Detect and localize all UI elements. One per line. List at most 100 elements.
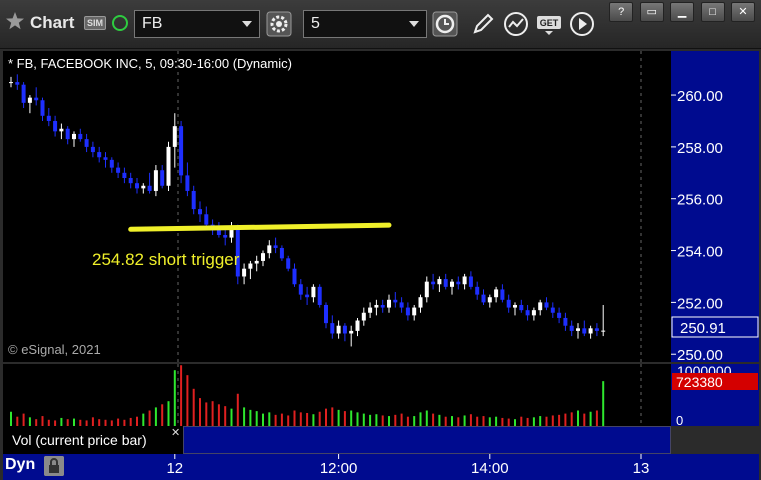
candle-body bbox=[380, 304, 385, 308]
volume-bar bbox=[413, 416, 416, 426]
lock-icon[interactable] bbox=[44, 456, 64, 476]
candle-body bbox=[198, 209, 202, 215]
price-tick-label: 258.00 bbox=[677, 140, 723, 157]
price-chart[interactable]: * FB, FACEBOOK INC, 5, 09:30-16:00 (Dyna… bbox=[3, 51, 671, 362]
volume-bar bbox=[514, 419, 516, 426]
annotation-label: 254.82 short trigger bbox=[92, 250, 240, 269]
volume-bar bbox=[28, 417, 31, 426]
time-tick-label: 13 bbox=[633, 460, 650, 477]
price-tick-label: 256.00 bbox=[677, 192, 723, 209]
volume-bar bbox=[482, 416, 485, 426]
time-axis[interactable]: 12 12:00 14:00 13 bbox=[3, 454, 759, 480]
candle-body bbox=[141, 185, 146, 189]
volume-bar bbox=[66, 419, 69, 426]
price-pane[interactable]: * FB, FACEBOOK INC, 5, 09:30-16:00 (Dyna… bbox=[3, 51, 671, 362]
candle-body bbox=[569, 325, 574, 331]
study-bar bbox=[183, 426, 671, 454]
gear-icon[interactable] bbox=[266, 11, 292, 37]
candle-body bbox=[588, 328, 593, 334]
clock-icon[interactable] bbox=[432, 11, 458, 37]
volume-bar bbox=[318, 411, 321, 426]
window-controls: ? ▭ ▁ □ ✕ bbox=[607, 2, 755, 22]
volume-pane[interactable] bbox=[3, 364, 671, 426]
candle-body bbox=[487, 297, 492, 303]
candle-body bbox=[601, 330, 606, 332]
volume-bar bbox=[192, 388, 195, 426]
candle-body bbox=[204, 214, 209, 225]
candle-body bbox=[9, 82, 13, 84]
candle-body bbox=[538, 302, 543, 311]
chevron-down-icon[interactable] bbox=[409, 21, 419, 27]
volume-bar bbox=[400, 413, 403, 426]
restore-icon[interactable]: ▭ bbox=[639, 2, 664, 22]
volume-bar bbox=[425, 410, 428, 426]
price-axis[interactable]: 260.00 258.00 256.00 254.00 252.00 250.00 250… bbox=[671, 51, 759, 364]
candle-body bbox=[78, 133, 83, 140]
candle-body bbox=[311, 286, 316, 298]
volume-bar bbox=[255, 411, 258, 426]
connection-status-icon bbox=[112, 15, 128, 31]
volume-bar bbox=[230, 408, 233, 426]
get-icon[interactable]: GET bbox=[536, 11, 562, 37]
chevron-down-icon[interactable] bbox=[242, 21, 252, 27]
volume-axis[interactable]: 1000000 723380 0 bbox=[671, 363, 759, 428]
minimize-icon[interactable]: ? bbox=[609, 2, 634, 22]
sim-badge[interactable]: SIM bbox=[84, 16, 107, 30]
volume-bar bbox=[602, 381, 605, 426]
candle-body bbox=[166, 146, 171, 186]
dynamic-mode-label[interactable]: Dyn bbox=[5, 456, 35, 474]
symbol-input[interactable]: FB bbox=[134, 10, 260, 38]
volume-bar bbox=[299, 412, 302, 426]
volume-bar bbox=[60, 417, 63, 426]
close-icon[interactable]: ✕ bbox=[171, 426, 180, 439]
volume-bar bbox=[91, 417, 94, 426]
candle-body bbox=[273, 245, 278, 248]
watermark: © eSignal, 2021 bbox=[8, 342, 101, 357]
candle-body bbox=[519, 304, 524, 311]
candle-body bbox=[223, 235, 228, 238]
volume-bar bbox=[224, 406, 227, 426]
candle-body bbox=[336, 325, 341, 334]
price-tick-label: 252.00 bbox=[677, 295, 723, 312]
volume-bar bbox=[369, 414, 372, 426]
candle-body bbox=[500, 289, 505, 300]
volume-bar bbox=[280, 413, 283, 426]
candle-body bbox=[475, 286, 480, 295]
volume-bar bbox=[142, 413, 145, 426]
maximize-icon[interactable]: □ bbox=[700, 2, 725, 22]
candle-body bbox=[437, 279, 442, 285]
pencil-icon[interactable] bbox=[470, 11, 496, 37]
candle-body bbox=[456, 281, 461, 285]
volume-bar bbox=[331, 407, 334, 426]
volume-bar bbox=[180, 365, 183, 426]
candle-body bbox=[216, 229, 221, 236]
candle-body bbox=[494, 289, 499, 298]
candle-body bbox=[160, 170, 165, 186]
candle-body bbox=[109, 159, 114, 168]
volume-bar bbox=[545, 416, 548, 426]
volume-bar bbox=[583, 413, 586, 426]
volume-bar bbox=[167, 401, 170, 426]
minimize-window-icon[interactable]: ▁ bbox=[670, 2, 695, 22]
volume-bar bbox=[495, 416, 498, 426]
volume-bar bbox=[476, 416, 479, 426]
price-tick-label: 254.00 bbox=[677, 244, 723, 261]
interval-input[interactable]: 5 bbox=[303, 10, 427, 38]
volume-legend: Vol (current price bar) bbox=[3, 426, 183, 454]
volume-bar bbox=[312, 414, 315, 426]
candle-body bbox=[513, 304, 517, 308]
close-icon[interactable]: ✕ bbox=[731, 2, 755, 22]
candle-body bbox=[242, 268, 247, 277]
candle-body bbox=[393, 299, 398, 303]
volume-bar bbox=[41, 416, 44, 426]
candle-body bbox=[46, 115, 51, 121]
volume-bar bbox=[337, 409, 340, 426]
volume-bar bbox=[236, 393, 239, 426]
line-chart-icon[interactable] bbox=[503, 11, 529, 37]
play-icon[interactable] bbox=[569, 11, 595, 37]
volume-bar bbox=[501, 417, 504, 426]
volume-bar bbox=[173, 370, 176, 426]
candle-body bbox=[525, 310, 530, 316]
volume-bar bbox=[243, 407, 246, 426]
candle-body bbox=[317, 286, 322, 305]
